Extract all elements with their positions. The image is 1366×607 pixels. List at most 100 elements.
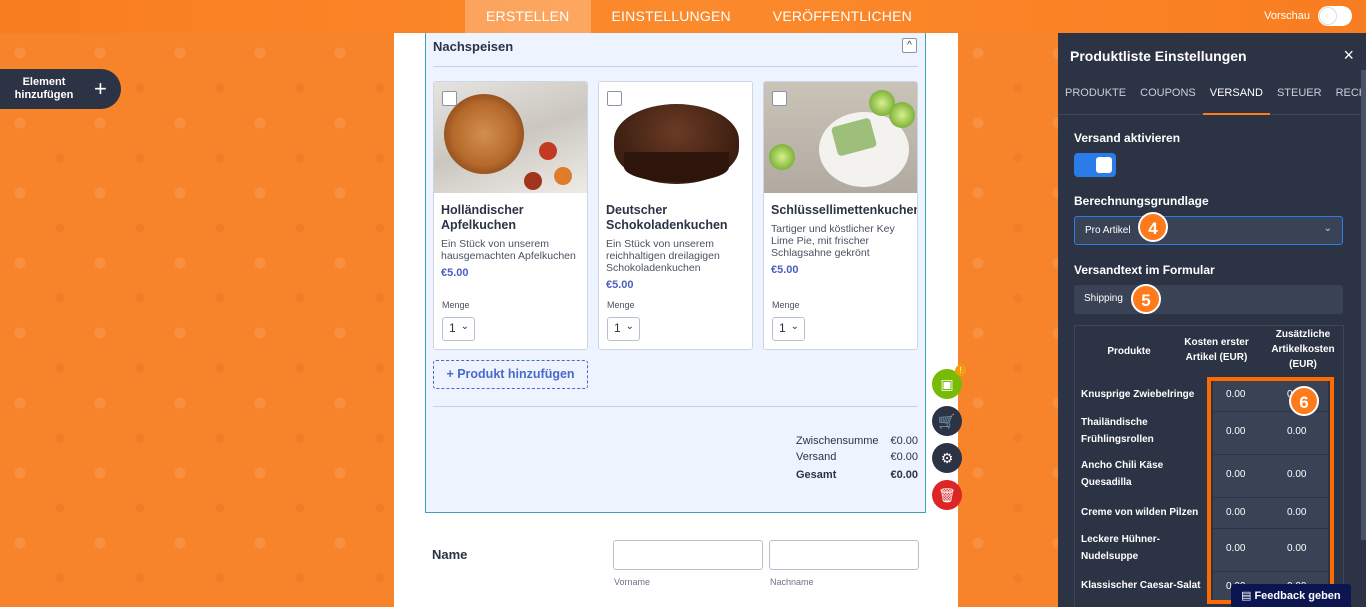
product-name: Holländischer Apfelkuchen [441, 203, 524, 232]
quantity-label: Menge [442, 300, 470, 310]
row-product: Creme von wilden Pilzen [1081, 507, 1199, 518]
product-checkbox[interactable] [772, 91, 787, 106]
tab-einstellungen[interactable]: EINSTELLUNGEN [591, 0, 752, 33]
header-first-cost: Kosten erster Artikel (EUR) [1184, 337, 1249, 363]
tab-erstellen[interactable]: ERSTELLEN [465, 0, 591, 33]
shipping-label: Versand [796, 451, 837, 463]
chevron-down-icon: ⌄ [790, 321, 799, 332]
product-description: Ein Stück von unserem reichhaltigen drei… [606, 238, 720, 274]
form-canvas: Nachspeisen ^ Holländischer Apfelkuchen … [394, 33, 958, 607]
tab-veroeffentlichen[interactable]: VERÖFFENTLICHEN [752, 0, 933, 33]
product-price: €5.00 [606, 279, 634, 291]
panel-scrollbar[interactable] [1361, 70, 1366, 540]
tab-produkte[interactable]: PRODUKTE [1058, 77, 1133, 115]
cart-button[interactable]: 🛒 [932, 406, 962, 436]
add-element-button[interactable]: Element hinzufügen + [0, 69, 121, 109]
shipping-enable-toggle[interactable] [1074, 153, 1116, 177]
subtotal-value: €0.00 [890, 435, 918, 447]
category-title: Nachspeisen [433, 39, 514, 54]
add-product-button[interactable]: + Produkt hinzufügen [433, 360, 588, 389]
product-card[interactable]: Deutscher Schokoladenkuchen Ein Stück vo… [598, 81, 753, 350]
credit-card-icon: ▣ [940, 376, 954, 392]
preview-toggle[interactable] [1318, 6, 1352, 26]
product-checkbox[interactable] [607, 91, 622, 106]
lime-shape [889, 102, 915, 128]
quantity-value: 1 [449, 321, 456, 335]
trash-icon: 🗑 [938, 487, 956, 503]
basis-select[interactable]: Pro Artikel ⌄ [1074, 216, 1343, 245]
total-label: Gesamt [796, 469, 837, 481]
payment-card-button[interactable]: ▣ ! [932, 365, 966, 399]
order-totals: Zwischensumme €0.00 Versand €0.00 Gesamt… [796, 433, 918, 483]
tab-versand[interactable]: VERSAND [1202, 77, 1270, 115]
close-icon[interactable]: × [1343, 45, 1354, 66]
chat-icon: ▤ [1241, 590, 1255, 602]
tab-steuer[interactable]: STEUER [1270, 77, 1329, 115]
delete-button[interactable]: 🗑 [932, 480, 962, 510]
collapse-button[interactable]: ^ [902, 38, 917, 53]
total-row: Gesamt €0.00 [796, 467, 918, 483]
divider [433, 406, 918, 407]
quantity-label: Menge [607, 300, 635, 310]
background-pattern-right [958, 33, 1058, 607]
product-name: Schlüssellimettenkuchen [771, 203, 918, 217]
shipping-row: Versand €0.00 [796, 449, 918, 465]
quantity-select[interactable]: 1 ⌄ [442, 317, 475, 341]
subtotal-row: Zwischensumme €0.00 [796, 433, 918, 449]
row-product: Ancho Chili Käse Quesadilla [1081, 460, 1164, 488]
fruit-shape [539, 142, 557, 160]
top-bar: ERSTELLEN EINSTELLUNGEN VERÖFFENTLICHEN … [0, 0, 1366, 33]
row-product: Thailändische Frühlingsrollen [1081, 417, 1154, 445]
name-field-label: Name [432, 547, 468, 562]
last-name-input[interactable] [769, 540, 919, 570]
chevron-down-icon: ⌄ [625, 321, 634, 332]
product-card[interactable]: Schlüssellimettenkuchen Tartiger und kös… [763, 81, 918, 350]
last-name-sublabel: Nachname [770, 577, 814, 587]
element-actions: ▣ ! 🛒 ⚙ 🗑 [932, 365, 966, 510]
chevron-down-icon: ⌄ [460, 321, 469, 332]
first-name-sublabel: Vorname [614, 577, 651, 587]
add-element-label: Element hinzufügen [14, 76, 74, 101]
chevron-down-icon: ⌄ [1323, 223, 1332, 234]
fruit-shape [554, 167, 572, 185]
settings-button[interactable]: ⚙ [932, 443, 962, 473]
header-additional-cost: Zusätzliche Artikelkosten (EUR) [1271, 329, 1335, 370]
product-cards: Holländischer Apfelkuchen Ein Stück von … [433, 81, 918, 350]
step-badge-6: 6 [1289, 386, 1319, 416]
quantity-select[interactable]: 1 ⌄ [607, 317, 640, 341]
panel-title: Produktliste Einstellungen [1070, 48, 1247, 64]
product-image [434, 82, 587, 193]
basis-value: Pro Artikel [1085, 225, 1131, 236]
product-image [764, 82, 917, 193]
gear-icon: ⚙ [940, 450, 954, 466]
product-description: Ein Stück von unserem hausgemachten Apfe… [441, 238, 576, 262]
tab-coupons[interactable]: COUPONS [1133, 77, 1203, 115]
quantity-value: 1 [614, 321, 621, 335]
pie-shape [444, 94, 524, 174]
first-name-input[interactable] [613, 540, 763, 570]
cake-shape [614, 104, 739, 184]
fruit-shape [524, 172, 542, 190]
header-products: Produkte [1107, 346, 1151, 357]
total-value: €0.00 [890, 469, 918, 481]
shipping-enable-label: Versand aktivieren [1074, 131, 1181, 145]
product-list-block[interactable]: Nachspeisen ^ Holländischer Apfelkuchen … [425, 33, 926, 513]
feedback-label: Feedback geben [1254, 590, 1341, 602]
cart-icon: 🛒 [938, 413, 956, 429]
step-badge-5: 5 [1131, 284, 1161, 314]
product-checkbox[interactable] [442, 91, 457, 106]
divider [433, 66, 918, 67]
product-name: Deutscher Schokoladenkuchen [606, 203, 728, 232]
product-description: Tartiger und köstlicher Key Lime Pie, mi… [771, 223, 895, 259]
table-header: Produkte Kosten erster Artikel (EUR) Zus… [1075, 326, 1345, 378]
preview-label: Vorschau [1264, 10, 1310, 22]
quantity-value: 1 [779, 321, 786, 335]
warning-badge: ! [955, 365, 966, 376]
row-product: Klassischer Caesar-Salat [1081, 580, 1201, 591]
feedback-button[interactable]: ▤ Feedback geben [1231, 584, 1351, 607]
background-pattern-left [0, 33, 394, 607]
quantity-select[interactable]: 1 ⌄ [772, 317, 805, 341]
shipping-text-input[interactable]: Shipping [1074, 285, 1343, 314]
product-price: €5.00 [771, 264, 799, 276]
product-card[interactable]: Holländischer Apfelkuchen Ein Stück von … [433, 81, 588, 350]
